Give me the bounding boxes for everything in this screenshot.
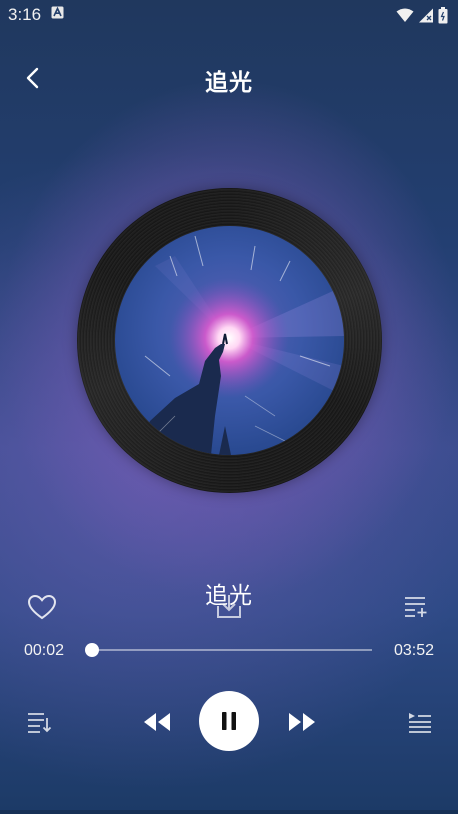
fast-forward-icon: [289, 713, 315, 731]
bottom-edge: [0, 810, 458, 814]
playlist-add-icon: [405, 597, 427, 617]
top-bar: 追光: [0, 55, 458, 101]
rewind-icon: [144, 713, 170, 731]
status-left: 3:16: [8, 5, 64, 25]
next-button[interactable]: [285, 707, 319, 737]
playlist-loop-icon: [28, 713, 52, 733]
play-pause-button[interactable]: [199, 691, 259, 751]
heart-outline-icon: [27, 594, 57, 620]
add-to-playlist-button[interactable]: [401, 592, 431, 620]
wifi-icon: [396, 8, 414, 23]
battery-icon: [438, 6, 448, 24]
status-right: [396, 6, 448, 24]
status-clock: 3:16: [8, 5, 42, 24]
total-time: 03:52: [393, 642, 434, 659]
queue-button[interactable]: [405, 708, 435, 736]
play-mode-button[interactable]: [24, 708, 54, 736]
previous-button[interactable]: [140, 707, 174, 737]
pause-icon: [222, 712, 236, 730]
notification-a-icon: [51, 6, 64, 24]
vinyl-record: [77, 188, 382, 493]
queue-list-icon: [409, 713, 431, 733]
progress-bar[interactable]: [84, 643, 372, 657]
album-art-image: [115, 226, 344, 455]
page-title: 追光: [205, 69, 253, 95]
download-button[interactable]: [213, 590, 245, 622]
progress-knob[interactable]: [84, 643, 99, 657]
album-cover[interactable]: [115, 226, 344, 455]
current-time: 00:02: [24, 642, 65, 659]
status-bar: 3:16: [0, 0, 458, 30]
signal-icon: [418, 8, 434, 23]
download-icon: [217, 595, 241, 618]
music-player-screen: 3:16 追光 追光 00:02 03:52: [0, 0, 458, 814]
like-button[interactable]: [26, 592, 58, 622]
